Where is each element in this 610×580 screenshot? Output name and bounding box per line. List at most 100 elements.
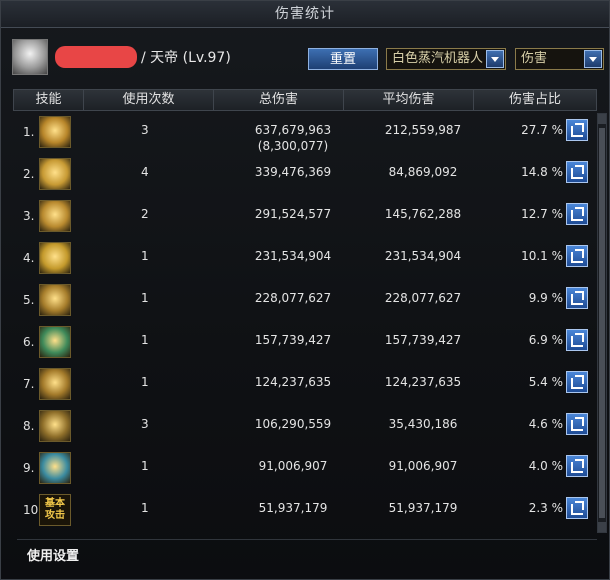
damage-stats-window: 伤害统计 / 天帝 (Lv.97) 重置 白色蒸汽机器人 伤害 技能 使用次数 … bbox=[0, 0, 610, 580]
share-icon[interactable] bbox=[566, 203, 588, 225]
footer: 使用设置 bbox=[17, 539, 597, 568]
avg-damage: 35,430,186 bbox=[388, 417, 458, 431]
header-bar: / 天帝 (Lv.97) 重置 白色蒸汽机器人 伤害 bbox=[1, 31, 609, 83]
total-damage: 231,534,904 bbox=[254, 249, 332, 263]
row-index: 4. bbox=[23, 251, 35, 265]
window-title: 伤害统计 bbox=[1, 1, 609, 28]
total-damage: 291,524,577 bbox=[254, 207, 332, 221]
avatar bbox=[12, 39, 48, 75]
col-total-damage[interactable]: 总伤害 bbox=[214, 90, 344, 110]
total-damage: 339,476,369 bbox=[254, 165, 332, 179]
col-skill[interactable]: 技能 bbox=[14, 90, 84, 110]
share-icon[interactable] bbox=[566, 287, 588, 309]
col-uses[interactable]: 使用次数 bbox=[84, 90, 214, 110]
damage-share: 14.8 % bbox=[521, 165, 563, 179]
uses-count: 2 bbox=[141, 207, 149, 221]
uses-count: 1 bbox=[141, 375, 149, 389]
uses-count: 1 bbox=[141, 291, 149, 305]
skill-fire-slash-icon bbox=[39, 116, 71, 148]
total-damage-sub: (8,300,077) bbox=[257, 139, 329, 153]
table-row: 8. 3 106,290,559 35,430,186 4.6 % bbox=[13, 407, 588, 449]
avg-damage: 228,077,627 bbox=[384, 291, 462, 305]
total-damage: 51,937,179 bbox=[258, 501, 328, 515]
mode-select-value: 伤害 bbox=[521, 51, 548, 66]
uses-count: 1 bbox=[141, 501, 149, 515]
total-damage: 91,006,907 bbox=[258, 459, 328, 473]
table-row: 1. 3 637,679,963 (8,300,077) 212,559,987 27.7… bbox=[13, 113, 588, 155]
uses-count: 1 bbox=[141, 249, 149, 263]
scroll-down-arrow[interactable] bbox=[598, 522, 606, 532]
avg-damage: 231,534,904 bbox=[384, 249, 462, 263]
share-icon[interactable] bbox=[566, 413, 588, 435]
chevron-down-icon[interactable] bbox=[584, 50, 602, 68]
mode-select[interactable]: 伤害 bbox=[515, 48, 604, 70]
table-row: 6. 1 157,739,427 157,739,427 6.9 % bbox=[13, 323, 588, 365]
table-header: 技能 使用次数 总伤害 平均伤害 伤害占比 bbox=[13, 89, 597, 111]
share-icon[interactable] bbox=[566, 497, 588, 519]
share-icon[interactable] bbox=[566, 161, 588, 183]
damage-share: 10.1 % bbox=[521, 249, 563, 263]
share-icon[interactable] bbox=[566, 371, 588, 393]
damage-share: 6.9 % bbox=[528, 333, 563, 347]
row-index: 9. bbox=[23, 461, 35, 475]
table-row: 5. 1 228,077,627 228,077,627 9.9 % bbox=[13, 281, 588, 323]
uses-count: 1 bbox=[141, 333, 149, 347]
col-avg-damage[interactable]: 平均伤害 bbox=[344, 90, 474, 110]
col-damage-share[interactable]: 伤害占比 bbox=[474, 90, 596, 110]
total-damage: 124,237,635 bbox=[254, 375, 332, 389]
avg-damage: 212,559,987 bbox=[384, 123, 462, 137]
row-index: 8. bbox=[23, 419, 35, 433]
share-icon[interactable] bbox=[566, 329, 588, 351]
avg-damage: 124,237,635 bbox=[384, 375, 462, 389]
skill-lightning-icon bbox=[39, 326, 71, 358]
chevron-down-icon[interactable] bbox=[486, 50, 504, 68]
table-row: 2. 4 339,476,369 84,869,092 14.8 % bbox=[13, 155, 588, 197]
avg-damage: 145,762,288 bbox=[384, 207, 462, 221]
redacted-name bbox=[55, 46, 137, 68]
skill-basic-attack-icon: 基本 攻击 bbox=[39, 494, 71, 526]
total-damage: 637,679,963 bbox=[254, 123, 332, 137]
uses-count: 3 bbox=[141, 123, 149, 137]
total-damage: 228,077,627 bbox=[254, 291, 332, 305]
scroll-thumb[interactable] bbox=[599, 128, 605, 518]
skill-hammer-icon bbox=[39, 242, 71, 274]
target-select[interactable]: 白色蒸汽机器人 bbox=[386, 48, 506, 70]
scroll-up-arrow[interactable] bbox=[598, 114, 606, 124]
skill-vortex-icon bbox=[39, 284, 71, 316]
reset-button[interactable]: 重置 bbox=[308, 48, 378, 70]
row-index: 6. bbox=[23, 335, 35, 349]
uses-count: 4 bbox=[141, 165, 149, 179]
target-select-value: 白色蒸汽机器人 bbox=[392, 51, 484, 66]
settings-button[interactable]: 使用设置 bbox=[27, 545, 79, 564]
row-index: 7. bbox=[23, 377, 35, 391]
character-name: / 天帝 (Lv.97) bbox=[141, 50, 231, 66]
table-row: 3. 2 291,524,577 145,762,288 12.7 % bbox=[13, 197, 588, 239]
table-row: 7. 1 124,237,635 124,237,635 5.4 % bbox=[13, 365, 588, 407]
skill-seal-icon bbox=[39, 410, 71, 442]
share-icon[interactable] bbox=[566, 245, 588, 267]
avg-damage: 157,739,427 bbox=[384, 333, 462, 347]
share-icon[interactable] bbox=[566, 119, 588, 141]
avg-damage: 51,937,179 bbox=[388, 501, 458, 515]
damage-share: 4.0 % bbox=[528, 459, 563, 473]
total-damage: 106,290,559 bbox=[254, 417, 332, 431]
row-index: 3. bbox=[23, 209, 35, 223]
share-icon[interactable] bbox=[566, 455, 588, 477]
damage-share: 12.7 % bbox=[521, 207, 563, 221]
damage-share: 5.4 % bbox=[528, 375, 563, 389]
skill-gear-cluster-icon bbox=[39, 452, 71, 484]
scrollbar[interactable] bbox=[597, 113, 607, 533]
uses-count: 1 bbox=[141, 459, 149, 473]
basic-attack-label: 基本 攻击 bbox=[45, 498, 65, 521]
total-damage: 157,739,427 bbox=[254, 333, 332, 347]
uses-count: 3 bbox=[141, 417, 149, 431]
damage-share: 27.7 % bbox=[521, 123, 563, 137]
row-index: 1. bbox=[23, 125, 35, 139]
damage-share: 2.3 % bbox=[528, 501, 563, 515]
skill-crown-flame-icon bbox=[39, 368, 71, 400]
damage-share: 9.9 % bbox=[528, 291, 563, 305]
table-row: 10. 基本 攻击 1 51,937,179 51,937,179 2.3 % bbox=[13, 491, 588, 533]
skill-star-burst-icon bbox=[39, 158, 71, 190]
avg-damage: 84,869,092 bbox=[388, 165, 458, 179]
damage-share: 4.6 % bbox=[528, 417, 563, 431]
